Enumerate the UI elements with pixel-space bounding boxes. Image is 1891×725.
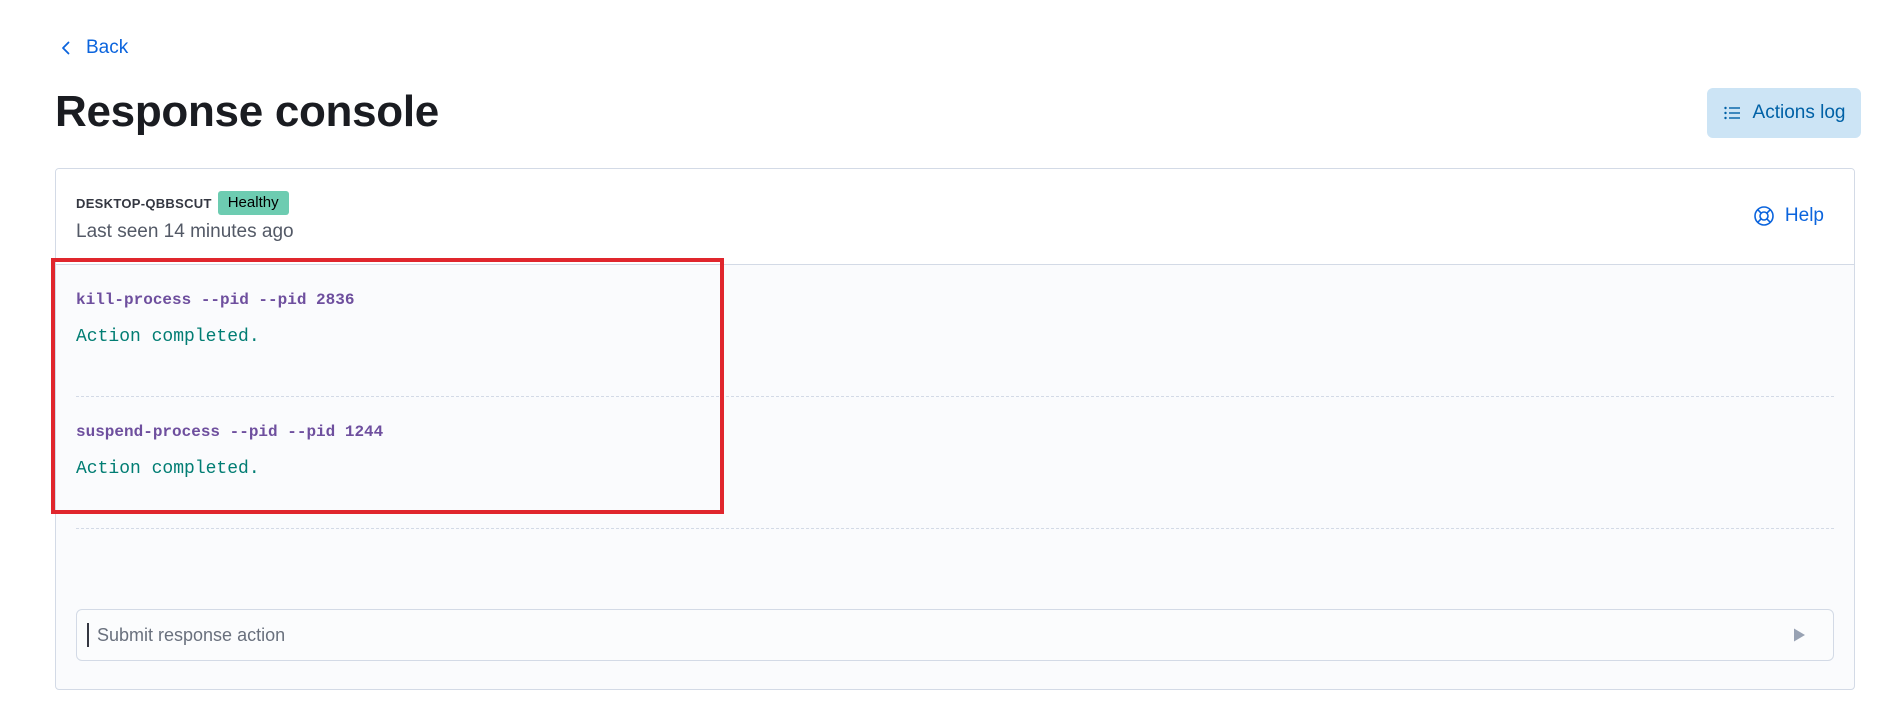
help-label: Help	[1784, 205, 1824, 226]
command-text: kill-process --pid --pid 2836	[76, 291, 355, 309]
text-cursor	[87, 623, 89, 647]
last-seen-text: Last seen 14 minutes ago	[76, 221, 294, 242]
response-console-page: Back Response console Actions log DESKTO…	[0, 0, 1891, 725]
submit-button[interactable]	[1789, 625, 1809, 645]
list-icon	[1723, 104, 1741, 122]
command-input-bar[interactable]	[76, 609, 1834, 661]
console-panel: DESKTOP-QBBSCUT Healthy Last seen 14 min…	[55, 168, 1855, 690]
back-label: Back	[86, 37, 129, 58]
status-badge: Healthy	[217, 191, 289, 215]
result-text: Action completed.	[76, 327, 260, 347]
actions-log-button[interactable]: Actions log	[1707, 88, 1861, 138]
play-icon	[1794, 628, 1805, 642]
result-text: Action completed.	[76, 459, 260, 479]
command-text: suspend-process --pid --pid 1244	[76, 423, 384, 441]
chevron-left-icon	[58, 40, 74, 56]
actions-log-label: Actions log	[1752, 102, 1846, 123]
lifebuoy-icon	[1753, 205, 1775, 227]
host-info: DESKTOP-QBBSCUT Healthy	[76, 191, 289, 215]
history-item: kill-process --pid --pid 2836 Action com…	[76, 265, 1834, 397]
help-button[interactable]: Help	[1753, 205, 1824, 227]
host-name: DESKTOP-QBBSCUT	[76, 195, 212, 211]
console-header: DESKTOP-QBBSCUT Healthy Last seen 14 min…	[56, 169, 1854, 265]
page-title: Response console	[55, 87, 439, 136]
submit-response-action-input[interactable]	[97, 624, 1789, 646]
history-item: suspend-process --pid --pid 1244 Action …	[76, 397, 1834, 529]
back-link[interactable]: Back	[58, 36, 128, 60]
